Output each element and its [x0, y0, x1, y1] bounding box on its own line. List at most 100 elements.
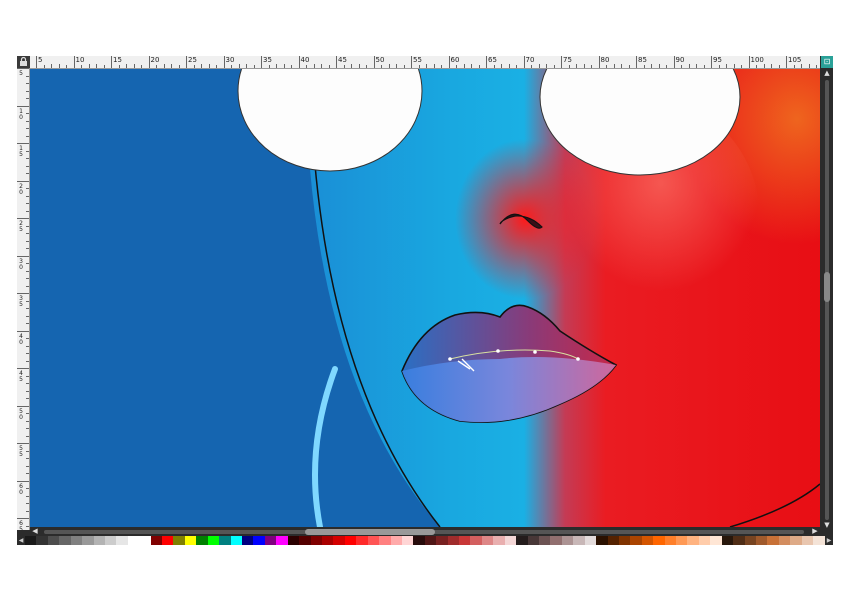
palette-swatch[interactable]	[299, 536, 311, 545]
palette-swatch[interactable]	[641, 536, 654, 545]
palette-swatch[interactable]	[82, 536, 94, 545]
palette-swatch[interactable]	[653, 536, 665, 545]
palette-swatch[interactable]	[538, 536, 551, 545]
palette-swatch[interactable]	[219, 536, 231, 545]
palette-swatch[interactable]	[550, 536, 562, 545]
palette-swatch[interactable]	[162, 536, 174, 545]
palette-swatch[interactable]	[436, 536, 448, 545]
palette-swatch[interactable]	[104, 536, 117, 545]
palette-swatch[interactable]	[527, 536, 539, 545]
palette-swatch[interactable]	[242, 536, 254, 545]
bezier-node[interactable]	[448, 357, 452, 361]
palette-swatch[interactable]	[516, 536, 528, 545]
scroll-up-icon[interactable]: ▲	[821, 68, 833, 78]
palette-swatch[interactable]	[310, 536, 322, 545]
vertical-scroll-thumb[interactable]	[824, 272, 830, 302]
palette-swatch[interactable]	[618, 536, 631, 545]
palette-swatch[interactable]	[790, 536, 802, 545]
palette-swatch[interactable]	[459, 536, 471, 545]
palette-swatch[interactable]	[150, 536, 163, 545]
palette-swatch[interactable]	[504, 536, 517, 545]
palette-swatch[interactable]	[264, 536, 277, 545]
scroll-right-icon[interactable]: ▶	[810, 527, 820, 536]
vertical-scrollbar[interactable]: ▲ ▼	[821, 68, 833, 530]
palette-swatch[interactable]	[698, 536, 711, 545]
palette-scroll-right-icon[interactable]: ▶	[825, 536, 833, 545]
palette-swatch[interactable]	[93, 536, 105, 545]
palette-swatch[interactable]	[253, 536, 265, 545]
palette-swatch[interactable]	[333, 536, 345, 545]
palette-swatch[interactable]	[676, 536, 688, 545]
ruler-label: 35	[263, 56, 272, 64]
palette-swatch[interactable]	[756, 536, 768, 545]
palette-scroll-left-icon[interactable]: ◀	[17, 536, 25, 545]
bezier-node[interactable]	[533, 350, 537, 354]
ruler-tick	[696, 64, 697, 68]
palette-swatch[interactable]	[813, 536, 825, 545]
palette-swatch[interactable]	[778, 536, 791, 545]
ruler-tick	[17, 368, 29, 369]
palette-swatch[interactable]	[630, 536, 642, 545]
palette-swatch[interactable]	[687, 536, 699, 545]
palette-swatch[interactable]	[25, 536, 37, 545]
palette-swatch[interactable]	[287, 536, 300, 545]
scroll-left-icon[interactable]: ◀	[30, 527, 40, 536]
palette-swatch[interactable]	[207, 536, 220, 545]
palette-swatch[interactable]	[173, 536, 185, 545]
palette-swatch[interactable]	[664, 536, 677, 545]
palette-swatch[interactable]	[344, 536, 357, 545]
palette-swatch[interactable]	[573, 536, 585, 545]
palette-swatch[interactable]	[413, 536, 425, 545]
palette-swatch[interactable]	[36, 536, 48, 545]
palette-swatch[interactable]	[721, 536, 734, 545]
palette-swatch[interactable]	[59, 536, 71, 545]
palette-swatch[interactable]	[47, 536, 60, 545]
palette-swatch[interactable]	[367, 536, 380, 545]
palette-swatch[interactable]	[584, 536, 597, 545]
ruler-tick	[471, 64, 472, 68]
palette-swatch[interactable]	[379, 536, 391, 545]
palette-swatch[interactable]	[127, 536, 140, 545]
palette-swatch[interactable]	[607, 536, 619, 545]
ruler-tick	[43, 65, 45, 68]
palette-swatch[interactable]	[596, 536, 608, 545]
palette-swatch[interactable]	[390, 536, 402, 545]
palette-swatch[interactable]	[767, 536, 779, 545]
palette-swatch[interactable]	[196, 536, 208, 545]
palette-swatch[interactable]	[744, 536, 756, 545]
palette-swatch[interactable]	[493, 536, 505, 545]
bezier-node[interactable]	[576, 357, 580, 361]
palette-swatch[interactable]	[801, 536, 814, 545]
palette-swatch[interactable]	[276, 536, 288, 545]
palette-swatch[interactable]	[230, 536, 243, 545]
palette-swatch[interactable]	[184, 536, 197, 545]
vertical-ruler[interactable]: 5 10 15 20 25 30 35 40 45 50 55 60 65	[17, 68, 30, 530]
horizontal-scroll-thumb[interactable]	[305, 529, 435, 535]
palette-swatch[interactable]	[356, 536, 368, 545]
horizontal-ruler[interactable]: 5 10 15 20 25 30 35 40 45 50 55 60 65 70 75 80 85 90 95 100…	[30, 56, 820, 69]
palette-swatch[interactable]	[447, 536, 460, 545]
palette-swatch[interactable]	[710, 536, 722, 545]
palette-swatch[interactable]	[470, 536, 482, 545]
palette-swatch[interactable]	[561, 536, 574, 545]
palette-swatch[interactable]	[401, 536, 414, 545]
ruler-tick	[17, 405, 29, 407]
drawing-canvas[interactable]	[30, 69, 820, 527]
scroll-down-icon[interactable]: ▼	[821, 520, 833, 530]
palette-swatch[interactable]	[481, 536, 494, 545]
palette-swatch[interactable]	[116, 536, 128, 545]
palette-swatch[interactable]	[139, 536, 151, 545]
bezier-node[interactable]	[496, 349, 500, 353]
palette-swatch[interactable]	[321, 536, 334, 545]
horizontal-scrollbar[interactable]: ◀ ▶	[30, 527, 820, 536]
guide-lock-icon[interactable]	[17, 56, 30, 68]
ruler-label: 20	[19, 182, 23, 196]
zoom-fit-icon[interactable]: ⊡	[821, 56, 833, 68]
palette-swatch[interactable]	[424, 536, 437, 545]
ruler-label: 35	[19, 295, 23, 308]
ruler-label: 70	[525, 56, 535, 64]
palette-swatch[interactable]	[70, 536, 83, 545]
ruler-tick	[26, 510, 29, 512]
ruler-tick	[58, 64, 60, 68]
palette-swatch[interactable]	[733, 536, 745, 545]
